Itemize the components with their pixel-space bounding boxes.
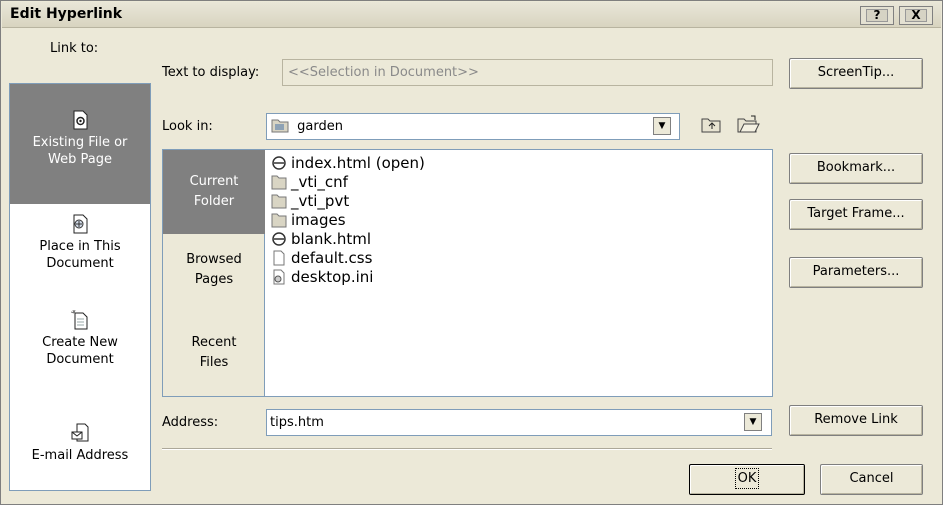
look-in-select[interactable]: garden: [266, 113, 680, 140]
browse-panel: Current Folder Browsed Pages Recent File…: [162, 149, 773, 397]
css-file-icon: [273, 250, 285, 266]
nav-recent-files[interactable]: Recent Files: [163, 333, 265, 393]
folder-icon: [271, 194, 287, 209]
folder-icon: [271, 213, 287, 228]
new-document-icon: [71, 310, 88, 330]
link-to-place-in-document[interactable]: Place in This Document: [10, 208, 150, 288]
list-item[interactable]: _vti_cnf: [271, 173, 425, 192]
folder-icon: [271, 175, 287, 190]
separator: [162, 448, 772, 450]
remove-link-button[interactable]: Remove Link: [789, 405, 923, 436]
ok-button[interactable]: OK: [689, 464, 805, 495]
look-in-dropdown-arrow[interactable]: ▼: [653, 117, 671, 135]
open-folder-icon: [737, 115, 760, 133]
text-to-display-field[interactable]: <<Selection in Document>>: [282, 59, 773, 86]
up-one-folder-button[interactable]: [697, 113, 725, 137]
html-file-icon: [272, 232, 286, 246]
title-bar: Edit Hyperlink ? X: [2, 2, 941, 28]
existing-file-icon: [73, 110, 88, 130]
file-list: index.html (open) _vti_cnf _vti_pvt imag…: [271, 154, 425, 287]
list-item[interactable]: images: [271, 211, 425, 230]
address-dropdown-arrow[interactable]: ▼: [744, 413, 762, 431]
edit-hyperlink-dialog: Edit Hyperlink ? X Link to: Existing Fil…: [0, 0, 943, 505]
parameters-button[interactable]: Parameters...: [789, 257, 923, 288]
text-to-display-label: Text to display:: [162, 65, 260, 80]
html-file-icon: [272, 156, 286, 170]
link-to-create-new-document[interactable]: Create New Document: [10, 306, 150, 386]
up-folder-icon: [701, 118, 721, 133]
dialog-title: Edit Hyperlink: [10, 6, 123, 22]
ini-file-icon: [273, 269, 285, 285]
browse-nav: Current Folder Browsed Pages Recent File…: [163, 150, 265, 396]
list-item[interactable]: default.css: [271, 249, 425, 268]
email-icon: [71, 423, 89, 442]
nav-current-folder[interactable]: Current Folder: [163, 150, 265, 234]
place-in-document-icon: [73, 214, 88, 234]
address-label: Address:: [162, 415, 219, 430]
list-item[interactable]: index.html (open): [271, 154, 425, 173]
list-item[interactable]: _vti_pvt: [271, 192, 425, 211]
target-frame-button[interactable]: Target Frame...: [789, 199, 923, 230]
browse-web-button[interactable]: [734, 113, 762, 137]
help-button[interactable]: ?: [860, 6, 894, 25]
nav-browsed-pages[interactable]: Browsed Pages: [163, 250, 265, 310]
link-to-email-address[interactable]: E-mail Address: [10, 419, 150, 479]
link-to-label: Link to:: [50, 41, 99, 56]
bookmark-button[interactable]: Bookmark...: [789, 153, 923, 184]
cancel-button[interactable]: Cancel: [820, 464, 923, 495]
link-to-panel: Existing File or Web Page Place in This …: [9, 83, 151, 491]
close-button[interactable]: X: [899, 6, 933, 25]
list-item[interactable]: desktop.ini: [271, 268, 425, 287]
look-in-label: Look in:: [162, 119, 213, 134]
help-icon: ?: [866, 9, 888, 22]
list-item[interactable]: blank.html: [271, 230, 425, 249]
screentip-button[interactable]: ScreenTip...: [789, 58, 923, 89]
close-icon: X: [905, 9, 927, 22]
folder-icon: [271, 119, 289, 133]
address-field[interactable]: tips.htm: [266, 409, 772, 436]
link-to-existing-file[interactable]: Existing File or Web Page: [10, 84, 150, 204]
